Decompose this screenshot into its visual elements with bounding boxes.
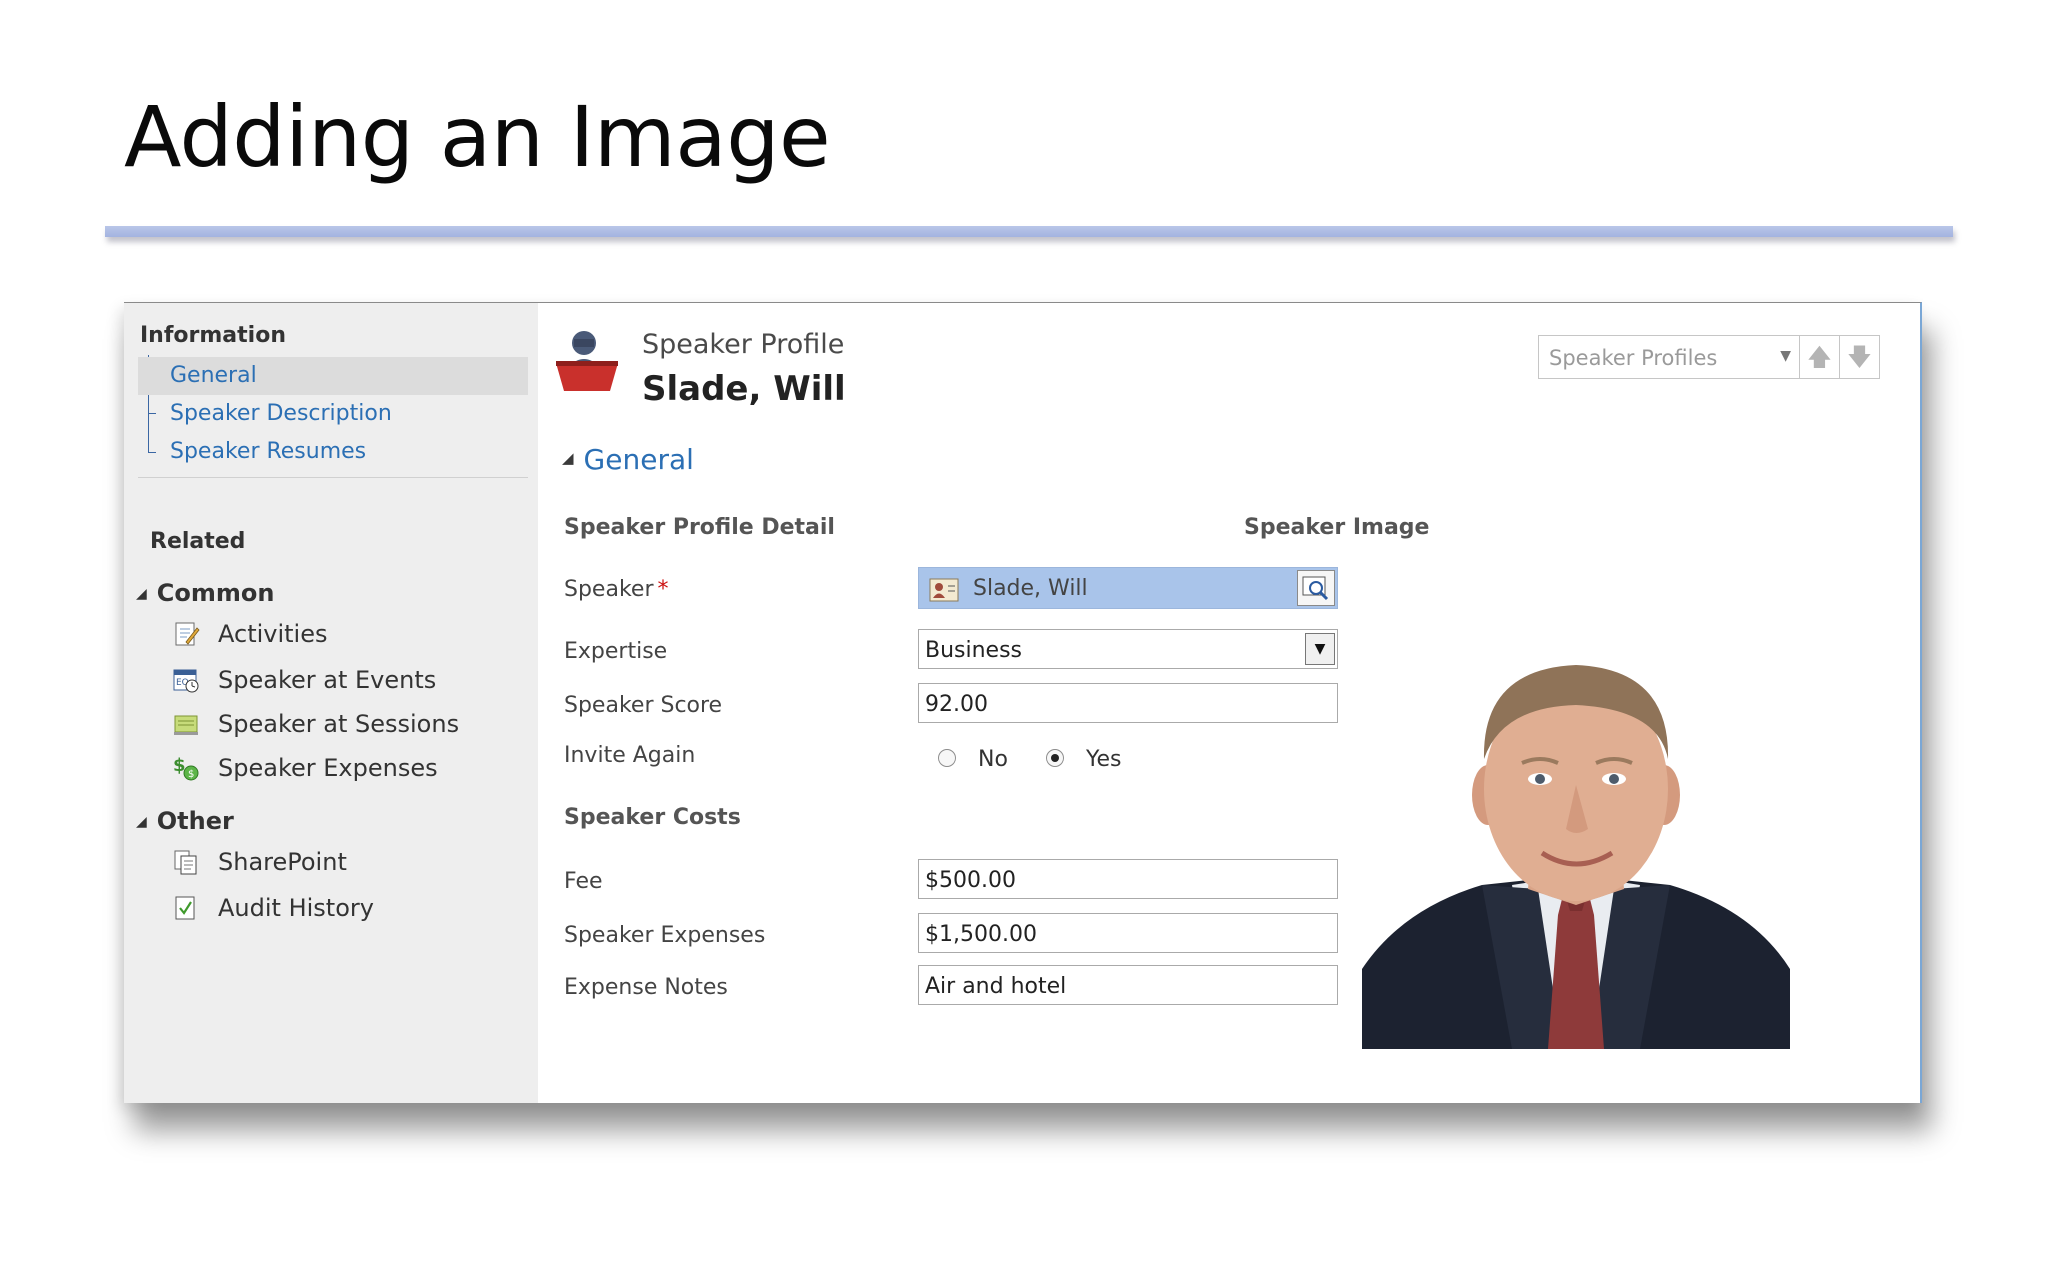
nav-item-speaker-resumes[interactable]: Speaker Resumes bbox=[138, 433, 528, 471]
section-title: General bbox=[583, 443, 694, 476]
related-item-label: Speaker at Events bbox=[218, 666, 437, 694]
speaker-profile-detail-heading: Speaker Profile Detail bbox=[564, 515, 835, 540]
related-heading: Related bbox=[150, 529, 246, 554]
speaker-profile-icon bbox=[556, 331, 618, 391]
fee-value: $500.00 bbox=[925, 868, 1016, 893]
activities-icon bbox=[175, 622, 200, 646]
related-item-label: Speaker Expenses bbox=[218, 754, 438, 782]
entity-type-label: Speaker Profile bbox=[642, 329, 845, 360]
nav-item-label: Speaker Description bbox=[170, 401, 392, 426]
nav-item-general[interactable]: General bbox=[138, 357, 528, 395]
lookup-button[interactable] bbox=[1297, 570, 1335, 606]
sharepoint-icon bbox=[174, 850, 197, 875]
information-heading: Information bbox=[140, 323, 286, 348]
radio-selected-dot bbox=[1051, 754, 1059, 762]
fee-label: Fee bbox=[564, 869, 603, 894]
field-label-text: Speaker bbox=[564, 577, 654, 602]
audit-history-icon bbox=[175, 896, 195, 920]
speaker-lookup-value: Slade, Will bbox=[973, 576, 1088, 601]
record-view-selector[interactable]: Speaker Profiles ▼ bbox=[1538, 335, 1800, 379]
speaker-expenses-value: $1,500.00 bbox=[925, 922, 1037, 947]
speaker-lookup-field[interactable]: Slade, Will bbox=[918, 567, 1338, 609]
expenses-icon: $ $ bbox=[173, 755, 199, 781]
speaker-score-label: Speaker Score bbox=[564, 693, 723, 718]
group-label: Common bbox=[156, 579, 275, 607]
expense-notes-input[interactable]: Air and hotel bbox=[918, 965, 1338, 1005]
related-item-label: Activities bbox=[218, 620, 328, 648]
next-record-button[interactable]: 🡇 bbox=[1840, 335, 1880, 379]
chevron-down-icon[interactable]: ▼ bbox=[1305, 633, 1335, 665]
collapse-triangle-icon: ◢ bbox=[562, 449, 574, 467]
nav-item-speaker-description[interactable]: Speaker Description bbox=[138, 395, 528, 433]
group-common[interactable]: ◢ Common bbox=[136, 579, 274, 607]
slide-title: Adding an Image bbox=[124, 88, 831, 186]
crm-form-screenshot: Information General Speaker Description … bbox=[124, 302, 1922, 1103]
view-selector-text: Speaker Profiles bbox=[1549, 346, 1718, 370]
fee-input[interactable]: $500.00 bbox=[918, 859, 1338, 899]
collapse-triangle-icon: ◢ bbox=[136, 814, 147, 830]
group-label: Other bbox=[156, 807, 234, 835]
contact-card-icon bbox=[929, 578, 959, 602]
speaker-image-heading: Speaker Image bbox=[1244, 515, 1430, 540]
expertise-label: Expertise bbox=[564, 639, 668, 664]
collapse-triangle-icon: ◢ bbox=[136, 586, 147, 602]
section-general-toggle[interactable]: ◢ General bbox=[562, 443, 694, 476]
invite-again-no-radio[interactable] bbox=[938, 749, 956, 767]
expense-notes-label: Expense Notes bbox=[564, 975, 728, 1000]
arrow-down-icon: 🡇 bbox=[1847, 343, 1872, 371]
related-item-label: Audit History bbox=[218, 894, 374, 922]
speaker-expenses-input[interactable]: $1,500.00 bbox=[918, 913, 1338, 953]
expertise-select[interactable]: Business ▼ bbox=[918, 629, 1338, 669]
chevron-down-icon: ▼ bbox=[1780, 348, 1791, 364]
svg-text:$: $ bbox=[188, 769, 194, 780]
invite-again-label: Invite Again bbox=[564, 743, 696, 768]
required-asterisk: * bbox=[657, 577, 669, 602]
radio-label-yes: Yes bbox=[1086, 747, 1122, 772]
related-item-label: Speaker at Sessions bbox=[218, 710, 460, 738]
expertise-value: Business bbox=[925, 638, 1023, 663]
group-other[interactable]: ◢ Other bbox=[136, 807, 234, 835]
related-item-label: SharePoint bbox=[218, 848, 347, 876]
previous-record-button[interactable]: 🡅 bbox=[1800, 335, 1840, 379]
title-divider bbox=[105, 226, 1953, 237]
calendar-icon: EO bbox=[173, 669, 199, 693]
nav-item-label: General bbox=[170, 363, 257, 388]
session-icon bbox=[174, 715, 198, 735]
speaker-score-input[interactable]: 92.00 bbox=[918, 683, 1338, 723]
speaker-score-value: 92.00 bbox=[925, 692, 988, 717]
radio-label-no: No bbox=[978, 747, 1008, 772]
form-main: Speaker Profile Slade, Will Speaker Prof… bbox=[538, 303, 1920, 1103]
speaker-costs-heading: Speaker Costs bbox=[564, 805, 741, 830]
nav-divider bbox=[138, 477, 528, 478]
speaker-photo[interactable] bbox=[1362, 639, 1790, 1049]
invite-again-yes-radio[interactable] bbox=[1046, 749, 1064, 767]
expense-notes-value: Air and hotel bbox=[925, 974, 1067, 999]
record-title: Slade, Will bbox=[642, 369, 846, 409]
lookup-search-icon bbox=[1302, 576, 1329, 601]
speaker-expenses-label: Speaker Expenses bbox=[564, 923, 766, 948]
left-navigation: Information General Speaker Description … bbox=[124, 303, 538, 1103]
arrow-up-icon: 🡅 bbox=[1807, 343, 1832, 371]
speaker-field-label: Speaker * bbox=[564, 577, 668, 602]
nav-item-label: Speaker Resumes bbox=[170, 439, 367, 464]
